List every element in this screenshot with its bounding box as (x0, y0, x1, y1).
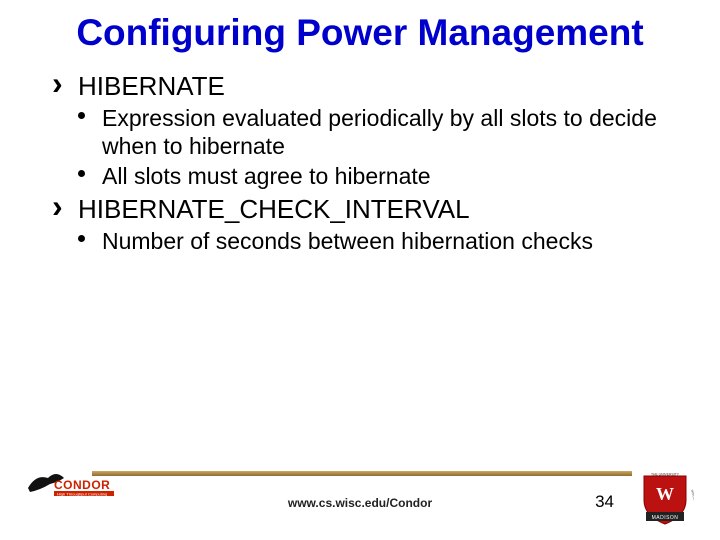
bullet-hibernate-check-interval: HIBERNATE_CHECK_INTERVAL (52, 194, 680, 225)
bullet-label: HIBERNATE (78, 71, 225, 101)
svg-text:High Throughput Computing: High Throughput Computing (57, 492, 107, 497)
subbullet: Number of seconds between hibernation ch… (78, 227, 680, 255)
slide-body: HIBERNATE Expression evaluated periodica… (40, 71, 680, 255)
svg-text:CONDOR: CONDOR (54, 478, 110, 492)
condor-logo-icon: CONDOR High Throughput Computing (26, 468, 120, 500)
subbullet-text: Expression evaluated periodically by all… (102, 105, 657, 159)
footer-url: www.cs.wisc.edu/Condor (288, 496, 432, 510)
svg-text:W: W (656, 484, 674, 504)
subbullet: Expression evaluated periodically by all… (78, 104, 680, 160)
svg-text:THE UNIVERSITY: THE UNIVERSITY (651, 473, 680, 477)
subbullet-text: All slots must agree to hibernate (102, 163, 431, 189)
bullet-label: HIBERNATE_CHECK_INTERVAL (78, 194, 470, 224)
slide-title: Configuring Power Management (40, 14, 680, 53)
uw-crest-icon: W MADISON THE UNIVERSITY WISCONSIN (636, 470, 694, 528)
bullet-hibernate: HIBERNATE (52, 71, 680, 102)
subbullet: All slots must agree to hibernate (78, 162, 680, 190)
subbullet-text: Number of seconds between hibernation ch… (102, 228, 593, 254)
divider-line (92, 471, 632, 476)
svg-text:WISCONSIN: WISCONSIN (690, 489, 694, 507)
svg-text:MADISON: MADISON (652, 515, 679, 521)
page-number: 34 (595, 492, 614, 512)
slide: Configuring Power Management HIBERNATE E… (0, 0, 720, 540)
